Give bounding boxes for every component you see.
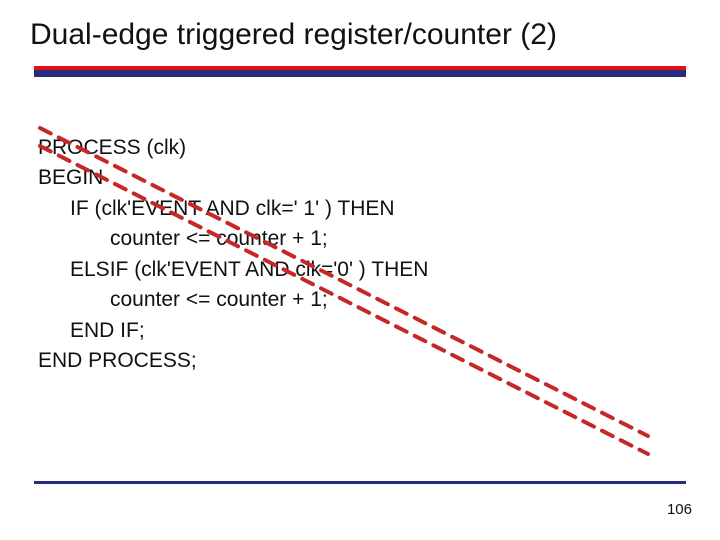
slide-title: Dual-edge triggered register/counter (2): [0, 0, 720, 52]
code-line: ELSIF (clk'EVENT AND clk='0' ) THEN: [38, 255, 720, 285]
footer-rule: [34, 481, 686, 484]
code-line: END IF;: [38, 316, 720, 346]
code-block: PROCESS (clk) BEGIN IF (clk'EVENT AND cl…: [38, 133, 720, 377]
code-line: BEGIN: [38, 163, 720, 193]
code-line: counter <= counter + 1;: [38, 285, 720, 315]
code-line: counter <= counter + 1;: [38, 224, 720, 254]
title-underline: [0, 66, 720, 77]
page-number: 106: [667, 501, 692, 518]
code-line: IF (clk'EVENT AND clk=' 1' ) THEN: [38, 194, 720, 224]
code-line: END PROCESS;: [38, 346, 720, 376]
code-line: PROCESS (clk): [38, 133, 720, 163]
rule-navy: [34, 70, 686, 77]
